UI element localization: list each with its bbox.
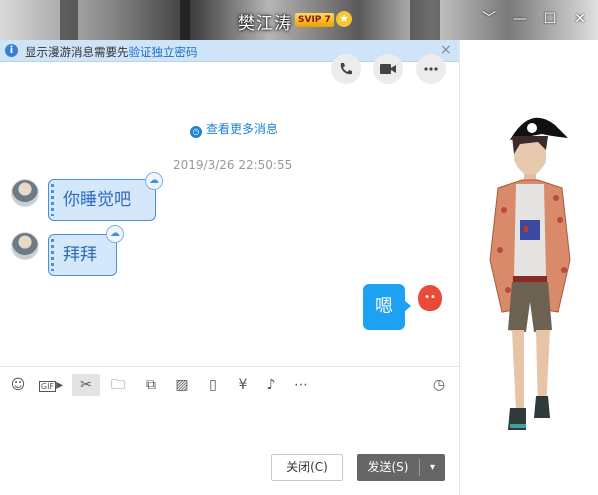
message-input[interactable]: 关闭(C) 发送(S) ▾ [0, 402, 459, 495]
close-window-button[interactable]: ✕ [571, 10, 589, 28]
shake-window-icon[interactable]: ▯ [202, 374, 224, 396]
view-more-messages-link[interactable]: ◷ 查看更多消息 [190, 120, 278, 138]
folder-icon[interactable]: 🗀 [107, 374, 129, 396]
red-packet-icon[interactable]: ¥ [232, 374, 254, 396]
title-bg-decoration [60, 0, 78, 40]
notice-close-icon[interactable]: × [440, 42, 452, 58]
emoji-icon[interactable]: ☺ [7, 374, 29, 396]
video-call-icon[interactable] [373, 54, 403, 84]
history-clock-icon[interactable]: ◷ [428, 374, 450, 396]
image-icon[interactable]: ▨ [171, 374, 193, 396]
clock-icon: ◷ [190, 126, 202, 138]
contact-avatar[interactable] [11, 179, 39, 207]
star-icon[interactable]: ★ [336, 11, 352, 27]
contact-avatar[interactable] [11, 232, 39, 260]
bubble-accessory-icon: ☁ [145, 172, 163, 190]
send-options-chevron-icon[interactable]: ▾ [420, 454, 445, 481]
send-button[interactable]: 发送(S) ▾ [357, 454, 445, 481]
svip-badge[interactable]: SVIP 7 [295, 13, 334, 27]
minimize-button[interactable]: — [511, 10, 529, 28]
more-tools-icon[interactable]: ⋯ [290, 374, 312, 396]
notice-text: 显示漫游消息需要先验证独立密码 [25, 45, 198, 59]
bubble-decoration [51, 239, 54, 271]
info-icon: i [5, 44, 18, 57]
contact-name[interactable]: 樊江涛 [238, 9, 292, 34]
maximize-button[interactable]: ☐ [541, 10, 559, 28]
bubble-decoration [51, 184, 54, 216]
chat-window: 樊江涛 SVIP 7 ★ ﹀ — ☐ ✕ i 显示漫游消息需要先验证独立密码 ×… [0, 0, 598, 495]
show-character-image[interactable] [480, 80, 580, 440]
doc-share-icon[interactable]: ⧉ [140, 374, 162, 396]
message-bubble[interactable]: 你睡觉吧 [48, 179, 156, 221]
gif-icon[interactable]: GIF ▸ [38, 374, 64, 396]
more-options-icon[interactable] [416, 54, 446, 84]
message-area[interactable]: ◷ 查看更多消息 2019/3/26 22:50:55 你睡觉吧 ☁ 拜拜 ☁ 嗯… [0, 54, 459, 366]
input-toolbar: ☺ GIF ▸ ✂ 🗀 ⧉ ▨ ▯ ¥ ♪ ⋯ ◷ [0, 366, 459, 402]
verify-password-link[interactable]: 验证独立密码 [129, 45, 198, 59]
message-timestamp: 2019/3/26 22:50:55 [173, 158, 293, 172]
my-message-bubble[interactable]: 嗯 [363, 284, 411, 330]
phone-call-icon[interactable] [331, 54, 361, 84]
title-bg-decoration [180, 0, 190, 40]
title-bg-decoration [410, 0, 440, 40]
close-button[interactable]: 关闭(C) [271, 454, 343, 481]
pig-avatar-icon[interactable]: •• [418, 285, 442, 311]
message-text: 嗯 [375, 296, 393, 317]
show-avatar-panel [459, 40, 598, 495]
bubble-accessory-icon: ☁ [106, 225, 124, 243]
message-text: 你睡觉吧 [63, 190, 131, 210]
message-text: 拜拜 [63, 245, 97, 265]
title-bar[interactable]: 樊江涛 SVIP 7 ★ ﹀ — ☐ ✕ [0, 0, 598, 40]
dropdown-icon[interactable]: ﹀ [480, 10, 498, 28]
music-icon[interactable]: ♪ [260, 374, 282, 396]
message-bubble[interactable]: 拜拜 [48, 234, 117, 276]
send-label: 发送(S) [367, 460, 409, 474]
screenshot-scissors-icon[interactable]: ✂ [72, 374, 100, 396]
